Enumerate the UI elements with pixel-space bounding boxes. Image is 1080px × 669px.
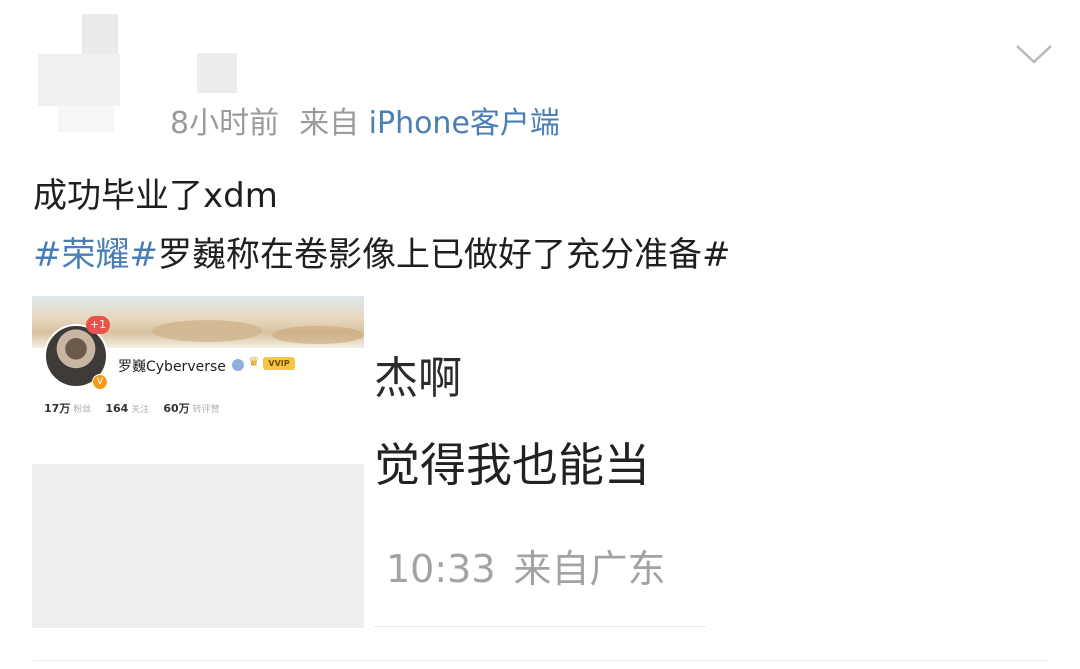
profile-name: 罗巍Cyberverse — [118, 359, 226, 375]
post-text-line1: 成功毕业了xdm — [33, 176, 278, 216]
comment-meta: 10:33 来自广东 — [386, 538, 666, 593]
stat-label: 转评赞 — [192, 405, 220, 415]
divider — [33, 660, 1048, 661]
stat-label: 关注 — [131, 405, 150, 415]
post-text-line2: #荣耀#罗巍称在卷影像上已做好了充分准备# — [33, 227, 730, 276]
verified-icon — [232, 359, 244, 371]
crown-icon: ♛ — [248, 355, 260, 370]
divider — [374, 626, 706, 627]
post-meta: 8小时前 来自 iPhone客户端 — [170, 98, 560, 142]
post-image-profile-screenshot[interactable]: +1 V 罗巍Cyberverse ♛ VVIP 17万 粉丝 164 关注 60万 转评… — [32, 296, 364, 628]
chevron-down-icon[interactable] — [1014, 38, 1054, 68]
stat-label: 粉丝 — [73, 405, 92, 415]
comment-time: 10:33 — [386, 547, 496, 591]
stat-value: 17万 — [44, 402, 71, 415]
banner-dune — [272, 326, 364, 344]
image-blank-area — [32, 464, 364, 628]
stat-value: 164 — [105, 402, 129, 415]
verified-v-badge-icon: V — [92, 374, 108, 390]
post-time: 8小时前 — [170, 106, 280, 141]
comment-text: 觉得我也能当 — [374, 438, 650, 492]
banner-dune — [152, 320, 262, 342]
avatar-blur-part — [82, 14, 118, 54]
author-avatar-blurred[interactable] — [38, 14, 138, 132]
hashtag-link[interactable]: #荣耀# — [33, 235, 158, 275]
stat-value: 60万 — [163, 402, 190, 415]
profile-stats: 17万 粉丝 164 关注 60万 转评赞 — [44, 400, 220, 416]
post-source-prefix: 来自 — [299, 106, 360, 141]
comment-location: 来自广东 — [513, 547, 666, 591]
author-name-blurred[interactable] — [197, 53, 237, 93]
plus-badge: +1 — [86, 316, 110, 334]
post-source-link[interactable]: iPhone客户端 — [369, 106, 560, 141]
avatar-blur-part — [58, 106, 114, 132]
vip-badge: VVIP — [263, 357, 295, 370]
avatar-blur-part — [38, 54, 120, 106]
post-text-rest: 罗巍称在卷影像上已做好了充分准备# — [157, 235, 731, 275]
post-image-comment-screenshot[interactable]: 杰啊 觉得我也能当 10:33 来自广东 — [374, 332, 706, 628]
commenter-name: 杰啊 — [374, 353, 462, 404]
